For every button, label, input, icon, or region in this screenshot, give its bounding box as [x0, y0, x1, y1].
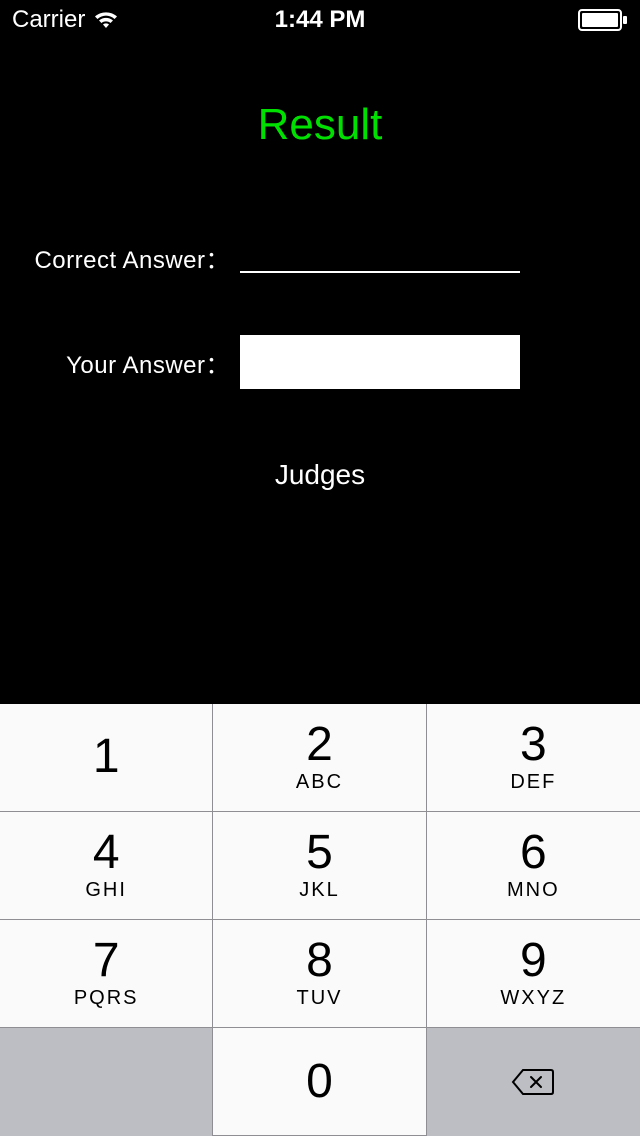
correct-answer-value: [240, 243, 520, 273]
correct-answer-label: Correct Answer：: [30, 240, 230, 275]
backspace-icon: [511, 1066, 555, 1098]
key-letters: ABC: [296, 771, 343, 794]
keypad-key-4[interactable]: 4 GHI: [0, 812, 213, 920]
keypad-key-6[interactable]: 6 MNO: [427, 812, 640, 920]
keypad-key-9[interactable]: 9 WXYZ: [427, 920, 640, 1028]
correct-answer-row: Correct Answer：: [0, 240, 640, 275]
keypad-delete-button[interactable]: [427, 1028, 640, 1136]
key-letters: TUV: [296, 987, 342, 1010]
key-letters: DEF: [510, 771, 556, 794]
status-right: [578, 9, 628, 31]
keypad-key-8[interactable]: 8 TUV: [213, 920, 426, 1028]
carrier-label: Carrier: [12, 6, 85, 34]
keypad-key-3[interactable]: 3 DEF: [427, 704, 640, 812]
your-answer-label: Your Answer：: [30, 345, 230, 380]
keypad-key-2[interactable]: 2 ABC: [213, 704, 426, 812]
battery-icon: [578, 9, 628, 31]
keypad-key-0[interactable]: 0: [213, 1028, 426, 1136]
key-digit: 9: [520, 937, 547, 985]
judges-button[interactable]: Judges: [275, 459, 365, 491]
keypad-key-1[interactable]: 1: [0, 704, 213, 812]
status-time: 1:44 PM: [275, 6, 366, 34]
key-digit: 6: [520, 829, 547, 877]
key-digit: 2: [306, 721, 333, 769]
page-title: Result: [0, 100, 640, 150]
numeric-keypad: 1 2 ABC 3 DEF 4 GHI 5 JKL 6 MNO 7 PQRS 8…: [0, 704, 640, 1136]
key-digit: 7: [93, 937, 120, 985]
status-left: Carrier: [12, 6, 119, 34]
key-digit: 3: [520, 721, 547, 769]
keypad-key-7[interactable]: 7 PQRS: [0, 920, 213, 1028]
keypad-key-5[interactable]: 5 JKL: [213, 812, 426, 920]
key-letters: MNO: [507, 879, 560, 902]
key-letters: PQRS: [74, 987, 139, 1010]
content: Result Correct Answer： Your Answer： Judg…: [0, 40, 640, 491]
status-bar: Carrier 1:44 PM: [0, 0, 640, 40]
key-digit: 1: [93, 733, 120, 781]
key-letters: JKL: [299, 879, 339, 902]
key-digit: 8: [306, 937, 333, 985]
key-letters: GHI: [85, 879, 127, 902]
key-letters: WXYZ: [500, 987, 566, 1010]
wifi-icon: [93, 10, 119, 30]
key-digit: 5: [306, 829, 333, 877]
keypad-blank: [0, 1028, 213, 1136]
your-answer-row: Your Answer：: [0, 335, 640, 389]
key-digit: 4: [93, 829, 120, 877]
your-answer-input[interactable]: [240, 335, 520, 389]
key-digit: 0: [306, 1058, 333, 1106]
